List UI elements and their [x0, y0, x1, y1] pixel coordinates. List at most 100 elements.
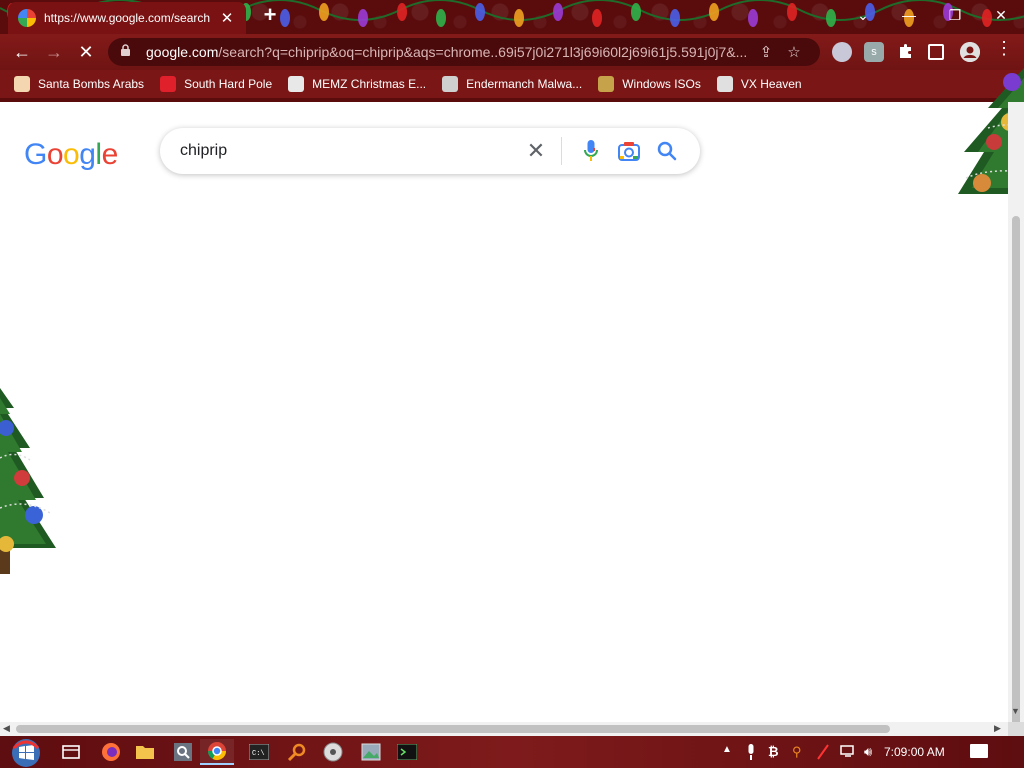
bookmark-label: VX Heaven: [740, 77, 802, 91]
tab-title: https://www.google.com/search: [44, 11, 211, 25]
tray-pen-icon[interactable]: [816, 744, 830, 763]
profile-avatar-icon[interactable]: [960, 42, 980, 62]
volume-icon[interactable]: 🔊︎: [864, 744, 872, 760]
bookmark-label: MEMZ Christmas E...: [312, 77, 427, 91]
bookmark-label: South Hard Pole: [184, 77, 273, 91]
logo-letter: e: [101, 138, 119, 171]
file-explorer-icon[interactable]: [128, 739, 162, 765]
light-bulb: [631, 3, 641, 21]
minimize-button[interactable]: —: [886, 0, 932, 30]
search-icon[interactable]: [648, 136, 686, 166]
light-bulb: [826, 9, 836, 27]
scroll-down-arrow-icon[interactable]: ▼: [1011, 706, 1020, 716]
light-bulb: [514, 9, 524, 27]
bookmark-label: Windows ISOs: [622, 77, 701, 91]
light-bulb: [709, 3, 719, 21]
light-bulb: [319, 3, 329, 21]
snowflake-icon: [160, 76, 177, 92]
vertical-scroll-thumb[interactable]: [1012, 216, 1020, 768]
search-divider: [561, 137, 562, 165]
network-icon[interactable]: [840, 744, 856, 761]
light-bulb: [475, 3, 485, 21]
url-host: google.com: [146, 44, 219, 60]
magnifier-icon[interactable]: [280, 739, 314, 765]
chrome-icon[interactable]: [200, 739, 234, 765]
task-view-icon[interactable]: [54, 739, 88, 765]
bookmark-label: Santa Bombs Arabs: [38, 77, 145, 91]
scroll-right-arrow-icon[interactable]: ▶: [994, 723, 1001, 734]
scroll-left-arrow-icon[interactable]: ◀: [3, 723, 10, 734]
vertical-scrollbar[interactable]: ▼: [1008, 102, 1024, 768]
tab-google-search[interactable]: https://www.google.com/search ✕: [8, 2, 246, 34]
firefox-icon[interactable]: [94, 739, 128, 765]
restore-button[interactable]: ❐: [932, 0, 978, 30]
tray-app-icon[interactable]: ₿: [768, 744, 779, 759]
bookmark-item[interactable]: Santa Bombs Arabs: [14, 76, 144, 92]
google-logo[interactable]: Google: [24, 138, 118, 172]
lock-icon[interactable]: [120, 44, 134, 60]
microphone-icon[interactable]: [572, 136, 610, 166]
christmas-tree-left: [0, 388, 56, 574]
url-text[interactable]: google.com/search?q=chiprip&oq=chiprip&a…: [146, 44, 752, 60]
bookmark-item[interactable]: Endermanch Malwa...: [442, 76, 582, 92]
browser-toolbar: ← → ✕ google.com/search?q=chiprip&oq=chi…: [0, 34, 1024, 70]
photos-icon[interactable]: [354, 739, 388, 765]
tab-close-icon[interactable]: ✕: [218, 9, 236, 27]
extension-flag-icon[interactable]: [832, 42, 852, 62]
search-box[interactable]: chiprip ✕: [160, 128, 700, 174]
bookmark-label: Endermanch Malwa...: [466, 77, 583, 91]
logo-letter: o: [63, 138, 80, 171]
light-bulb: [748, 9, 758, 27]
cd-icon[interactable]: [316, 739, 350, 765]
clear-search-icon[interactable]: ✕: [521, 140, 551, 162]
tree-icon: [598, 76, 615, 92]
horizontal-scrollbar[interactable]: ◀ ▶: [0, 722, 1008, 736]
search-app-icon[interactable]: [166, 739, 200, 765]
stop-loading-button[interactable]: ✕: [72, 38, 100, 66]
tab-search-button[interactable]: ⌄: [840, 0, 886, 30]
tab-strip: https://www.google.com/search ✕ + ⌄ — ❐ …: [0, 0, 1024, 34]
tray-overflow-icon[interactable]: ▲: [722, 744, 732, 755]
side-panel-icon[interactable]: [928, 44, 944, 60]
address-bar[interactable]: google.com/search?q=chiprip&oq=chiprip&a…: [108, 38, 820, 66]
tray-magnifier-icon[interactable]: ⚲: [792, 744, 802, 760]
forward-button[interactable]: →: [40, 38, 68, 66]
google-favicon-icon: [18, 9, 36, 27]
light-bulb: [397, 3, 407, 21]
bookmark-star-icon[interactable]: ☆: [780, 43, 808, 61]
extensions-puzzle-icon[interactable]: [896, 42, 916, 62]
light-bulb: [436, 9, 446, 27]
horizontal-scroll-thumb[interactable]: [16, 725, 890, 733]
bookmark-item[interactable]: Windows ISOs: [598, 76, 701, 92]
bookmark-item[interactable]: South Hard Pole: [160, 76, 272, 92]
new-tab-button[interactable]: +: [258, 4, 282, 28]
page-content: Google chiprip ✕: [0, 102, 1008, 722]
back-button[interactable]: ←: [8, 38, 36, 66]
extension-s-icon[interactable]: s: [864, 42, 884, 62]
cmd-icon[interactable]: C:\: [242, 739, 276, 765]
system-clock[interactable]: 7:09:00 AM: [884, 745, 945, 759]
camera-search-icon[interactable]: [610, 136, 648, 166]
search-input[interactable]: chiprip: [180, 142, 521, 160]
bookmarks-bar: Santa Bombs Arabs South Hard Pole MEMZ C…: [0, 70, 1024, 98]
start-button-icon[interactable]: [8, 736, 44, 768]
skull-icon: [716, 76, 733, 92]
light-bulb: [670, 9, 680, 27]
tray-microphone-icon[interactable]: [746, 744, 756, 763]
light-bulb: [358, 9, 368, 27]
screen: https://www.google.com/search ✕ + ⌄ — ❐ …: [0, 0, 1024, 768]
notifications-icon[interactable]: [970, 744, 988, 758]
url-path: /search?q=chiprip&oq=chiprip&aqs=chrome.…: [218, 44, 748, 60]
chrome-menu-icon[interactable]: ⋮: [994, 38, 1014, 59]
close-window-button[interactable]: ✕: [978, 0, 1024, 30]
raccoon-icon: [442, 76, 459, 92]
share-icon[interactable]: ⇪: [752, 43, 780, 61]
image-icon: [288, 76, 305, 92]
terminal-icon[interactable]: [390, 739, 424, 765]
bookmark-item[interactable]: MEMZ Christmas E...: [288, 76, 426, 92]
logo-letter: g: [79, 138, 96, 171]
bookmark-item[interactable]: VX Heaven: [716, 76, 802, 92]
logo-letter: G: [24, 138, 47, 171]
scrollbar-corner: [1008, 722, 1024, 736]
taskbar: C:\ ▲ ₿ ⚲ 🔊︎ 7:09:00 AM: [0, 736, 1024, 768]
